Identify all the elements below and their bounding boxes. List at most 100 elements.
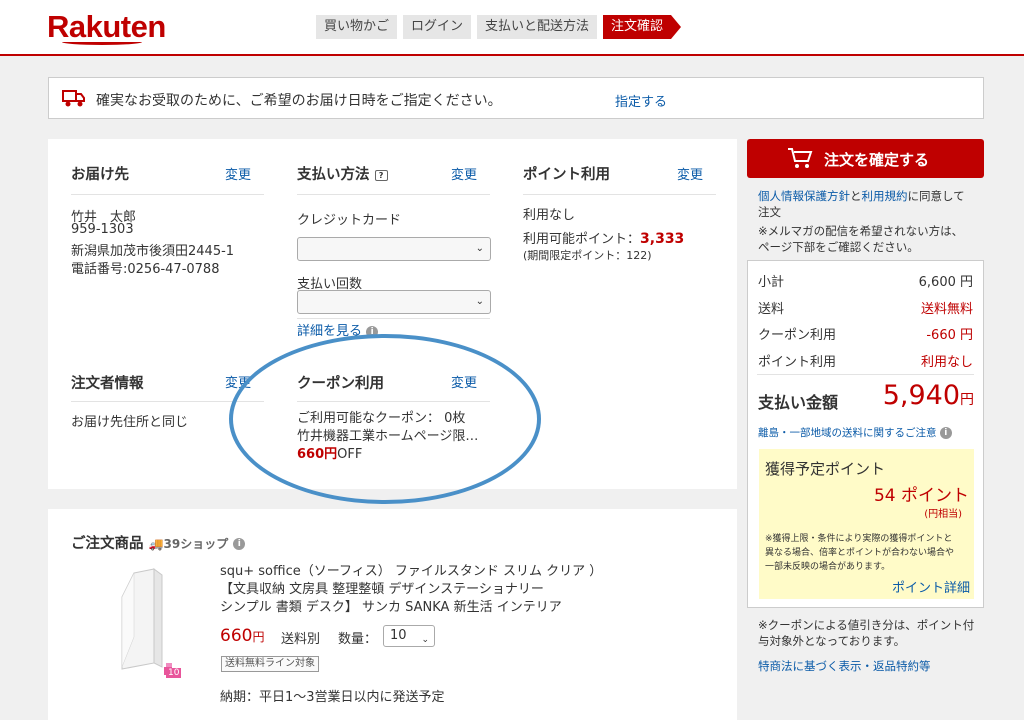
agree-line2: 注文: [758, 205, 781, 219]
limited-points-note: (期間限定ポイント：122): [523, 249, 652, 262]
help-icon[interactable]: ?: [374, 169, 388, 181]
divider: [71, 194, 264, 195]
divider: [297, 401, 490, 402]
product-name-line2[interactable]: 【文具収納 文房具 整理整頓 デザインステーショナリー: [220, 578, 544, 597]
coupon-available: ご利用可能なクーポン： 0枚: [297, 411, 466, 426]
payment-title-text: 支払い方法: [297, 167, 370, 183]
total-label: 支払い金額: [758, 393, 839, 412]
agree-and: と: [850, 189, 862, 203]
shipping-note: 送料別: [281, 632, 321, 647]
delivery-truck-icon: [62, 90, 85, 107]
logo-swoosh: [62, 39, 142, 45]
subtotal-label: 小計: [758, 275, 785, 290]
payment-method-label: クレジットカード: [297, 213, 402, 228]
orderer-text: お届け先住所と同じ: [71, 415, 189, 430]
payment-details: 詳細を見る i: [297, 320, 379, 339]
product-name-line3[interactable]: シンプル 書類 デスク】 サンカ SANKA 新生活 インテリア: [220, 596, 562, 615]
installments-select[interactable]: ⌄: [297, 290, 491, 314]
coupon-note-line2: 与対象外となっております。: [758, 634, 906, 648]
points-use-status: 利用なし: [523, 208, 576, 223]
divider: [71, 401, 264, 402]
shop-39-text: 39ショップ: [163, 537, 229, 551]
total-amount: 5,940円: [883, 380, 974, 411]
mailmag-note-line1: ※メルマガの配信を希望されない方は、: [758, 224, 964, 238]
payment-change-link[interactable]: 変更: [451, 164, 477, 183]
coupon-title: クーポン利用: [297, 376, 384, 392]
cart-icon: [788, 148, 813, 168]
points-available: 利用可能ポイント：3,333: [523, 228, 684, 247]
product-price-unit: 円: [252, 630, 265, 644]
earn-note-line3: 一部未反映の場合があります。: [765, 562, 891, 572]
coupon-note-line1: ※クーポンによる値引き分は、ポイント付: [758, 618, 975, 632]
earn-points-title: 獲得予定ポイント: [765, 460, 886, 478]
product-price: 660円: [220, 626, 264, 646]
info-icon[interactable]: i: [366, 325, 379, 338]
product-image[interactable]: [114, 567, 172, 675]
coupon-change-link[interactable]: 変更: [451, 372, 477, 391]
points-use-title: ポイント利用: [523, 167, 610, 183]
delivery-date-notice: 確実なお受取のために、ご希望のお届け日時をご指定ください。 指定する: [48, 77, 984, 119]
step-payment-shipping: 支払いと配送方法: [477, 15, 598, 39]
step-login: ログイン: [403, 15, 472, 39]
chevron-down-icon: ⌄: [475, 243, 484, 254]
product-image-badge: 10: [166, 668, 182, 678]
agree-suffix: に同意して: [907, 189, 965, 203]
commercial-law-link[interactable]: 特商法に基づく表示・返品特約等: [758, 658, 931, 674]
earn-points-value: 54 ポイント: [873, 486, 969, 506]
shipping-label: 送料: [758, 302, 785, 317]
shipping-value: 送料無料: [920, 302, 973, 317]
terms-link[interactable]: 利用規約: [862, 189, 908, 203]
notice-text: 確実なお受取のために、ご希望のお届け日時をご指定ください。: [96, 93, 502, 109]
step-cart: 買い物かご: [316, 15, 398, 39]
delivery-title: お届け先: [71, 167, 129, 183]
total-value: 5,940: [882, 380, 960, 411]
recipient-address: 新潟県加茂市後須田2445-1: [71, 244, 235, 259]
earn-points-equiv: (円相当): [924, 509, 962, 520]
subtotal-value: 6,600 円: [918, 275, 973, 290]
product-name-line1[interactable]: squ+ soffice（ソーフィス） ファイルスタンド スリム クリア ）: [220, 560, 602, 579]
payment-title: 支払い方法 ?: [297, 163, 388, 184]
shop-39-badge: 🚚39ショップ: [148, 537, 229, 551]
coupon-discount: 660円OFF: [297, 443, 362, 462]
agree-line: 個人情報保護方針と利用規約に同意して: [758, 188, 965, 204]
chevron-down-icon: ⌄: [421, 635, 429, 645]
divider: [757, 374, 974, 375]
points-available-value: 3,333: [640, 231, 685, 247]
confirm-order-label: 注文を確定する: [824, 151, 930, 169]
checkout-steps: 買い物かご ログイン 支払いと配送方法 注文確認: [316, 15, 682, 39]
coupon-discount-value: 660円: [297, 447, 338, 462]
order-items-title: ご注文商品: [71, 536, 144, 552]
step-confirm: 注文確認: [603, 15, 682, 39]
coupon-use-value: -660 円: [926, 328, 973, 343]
orderer-change-link[interactable]: 変更: [225, 372, 251, 391]
delivery-change-link[interactable]: 変更: [225, 164, 251, 183]
specify-date-link[interactable]: 指定する: [615, 91, 667, 110]
points-change-link[interactable]: 変更: [677, 164, 703, 183]
privacy-policy-link[interactable]: 個人情報保護方針: [758, 189, 850, 203]
divider: [297, 318, 490, 319]
payment-details-link[interactable]: 詳細を見る: [297, 324, 362, 339]
credit-card-select[interactable]: ⌄: [297, 237, 491, 261]
quantity-select[interactable]: 10 ⌄: [383, 625, 435, 647]
points-detail-link[interactable]: ポイント詳細: [892, 577, 970, 596]
remote-shipping-link[interactable]: 離島・一部地域の送料に関するご注意: [758, 427, 937, 439]
header: Rakuten 買い物かご ログイン 支払いと配送方法 注文確認: [0, 0, 1024, 56]
chevron-down-icon: ⌄: [475, 296, 484, 307]
quantity-value: 10: [390, 628, 407, 643]
earn-note-line1: ※獲得上限・条件により実際の獲得ポイントと: [765, 534, 953, 544]
info-icon[interactable]: i: [939, 427, 952, 439]
recipient-zip: 959-1303: [71, 222, 134, 237]
delivery-time: 納期：平日1〜3営業日以内に発送予定: [220, 690, 445, 705]
info-icon[interactable]: i: [233, 538, 246, 550]
coupon-name: 竹井機器工業ホームページ限…: [297, 429, 479, 444]
earn-note-line2: 異なる場合、倍率とポイントが合わない場合や: [765, 548, 955, 558]
total-unit: 円: [960, 392, 974, 408]
coupon-use-label: クーポン利用: [758, 328, 837, 343]
order-items-header: ご注文商品 🚚39ショップ i: [71, 532, 246, 553]
coupon-discount-suffix: OFF: [337, 447, 363, 462]
point-use-value: 利用なし: [920, 355, 973, 370]
free-shipping-badge: 送料無料ライン対象: [221, 656, 319, 672]
qty-label: 数量：: [338, 632, 378, 647]
remote-shipping-note: 離島・一部地域の送料に関するご注意 i: [758, 425, 952, 440]
confirm-order-button[interactable]: 注文を確定する: [747, 139, 984, 178]
